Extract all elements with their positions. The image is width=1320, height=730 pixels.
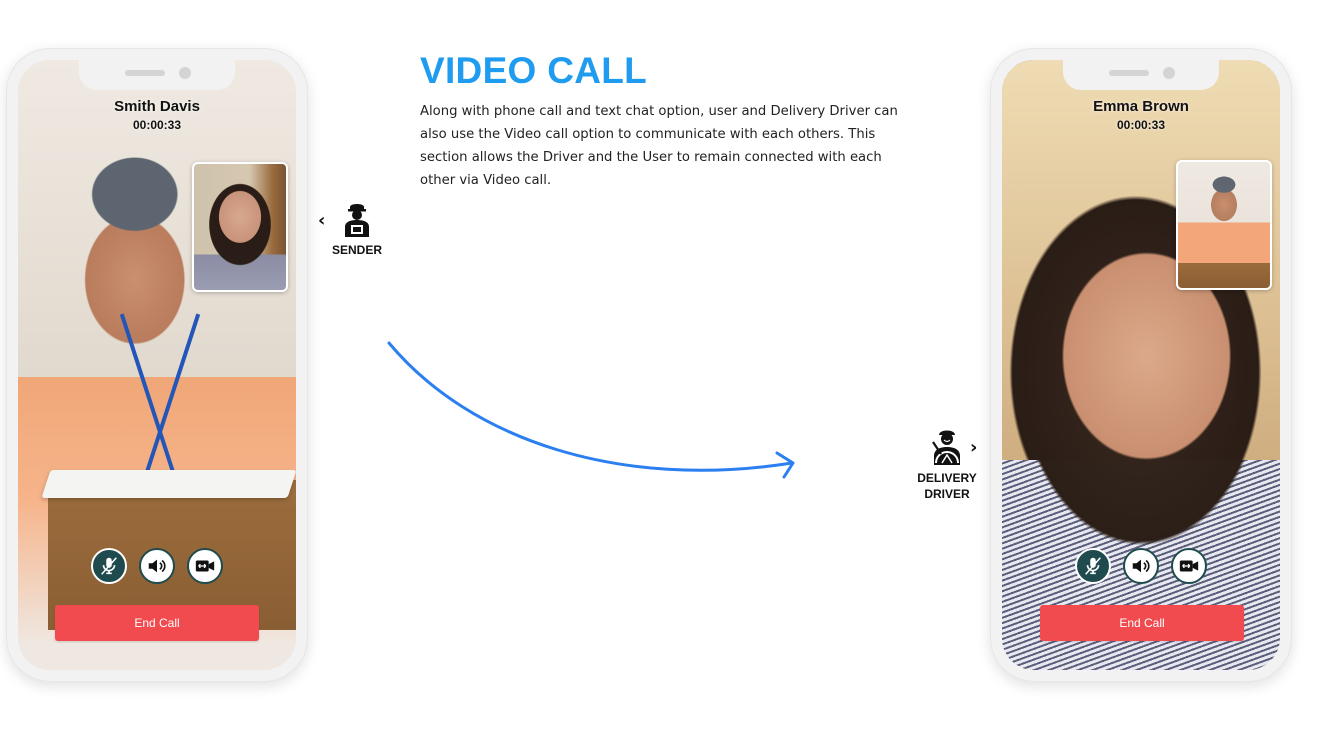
sender-phone-mockup: Smith Davis 00:00:33 End Call	[6, 48, 308, 682]
background-detail	[119, 313, 177, 477]
driver-steering-icon	[932, 430, 960, 465]
switch-camera-icon	[1179, 560, 1199, 572]
delivery-man-icon	[345, 204, 369, 237]
chevron-left-icon: ‹	[318, 210, 326, 231]
caller-name: Smith Davis	[114, 98, 200, 115]
speaker-button[interactable]	[139, 548, 175, 584]
end-call-button[interactable]: End Call	[55, 605, 259, 641]
background-detail	[143, 313, 201, 477]
self-view-pip[interactable]	[1176, 160, 1272, 290]
flow-arrow	[387, 341, 795, 479]
call-controls	[18, 548, 296, 584]
front-camera	[179, 67, 191, 79]
mute-button[interactable]	[91, 548, 127, 584]
mic-muted-icon	[1085, 557, 1101, 575]
section-title: VIDEO CALL	[420, 50, 648, 91]
video-call-screen: Emma Brown 00:00:33 End Call	[1002, 60, 1280, 670]
speaker-grill	[1109, 70, 1149, 76]
phone-notch	[79, 60, 235, 90]
call-timer: 00:00:33	[132, 118, 182, 132]
call-timer: 00:00:33	[1116, 118, 1166, 132]
switch-camera-button[interactable]	[1171, 548, 1207, 584]
end-call-button[interactable]: End Call	[1040, 605, 1244, 641]
sender-role-label: SENDER	[326, 200, 388, 258]
self-view-pip[interactable]	[192, 162, 288, 292]
video-call-screen: Smith Davis 00:00:33 End Call	[18, 60, 296, 670]
driver-phone-mockup: Emma Brown 00:00:33 End Call	[990, 48, 1292, 682]
background-detail	[41, 470, 296, 498]
front-camera	[1163, 67, 1175, 79]
speaker-button[interactable]	[1123, 548, 1159, 584]
mute-button[interactable]	[1075, 548, 1111, 584]
call-controls	[1002, 548, 1280, 584]
phone-notch	[1063, 60, 1219, 90]
speaker-grill	[125, 70, 165, 76]
mic-muted-icon	[101, 557, 117, 575]
switch-camera-button[interactable]	[187, 548, 223, 584]
chevron-right-icon: ›	[970, 437, 978, 458]
driver-label-line2: DRIVER	[924, 487, 970, 501]
speaker-icon	[1132, 559, 1150, 573]
section-description: Along with phone call and text chat opti…	[420, 104, 898, 188]
driver-label-line1: DELIVERY	[917, 471, 977, 485]
speaker-icon	[148, 559, 166, 573]
caller-name: Emma Brown	[1093, 98, 1189, 115]
sender-label: SENDER	[331, 243, 382, 257]
switch-camera-icon	[195, 560, 215, 572]
